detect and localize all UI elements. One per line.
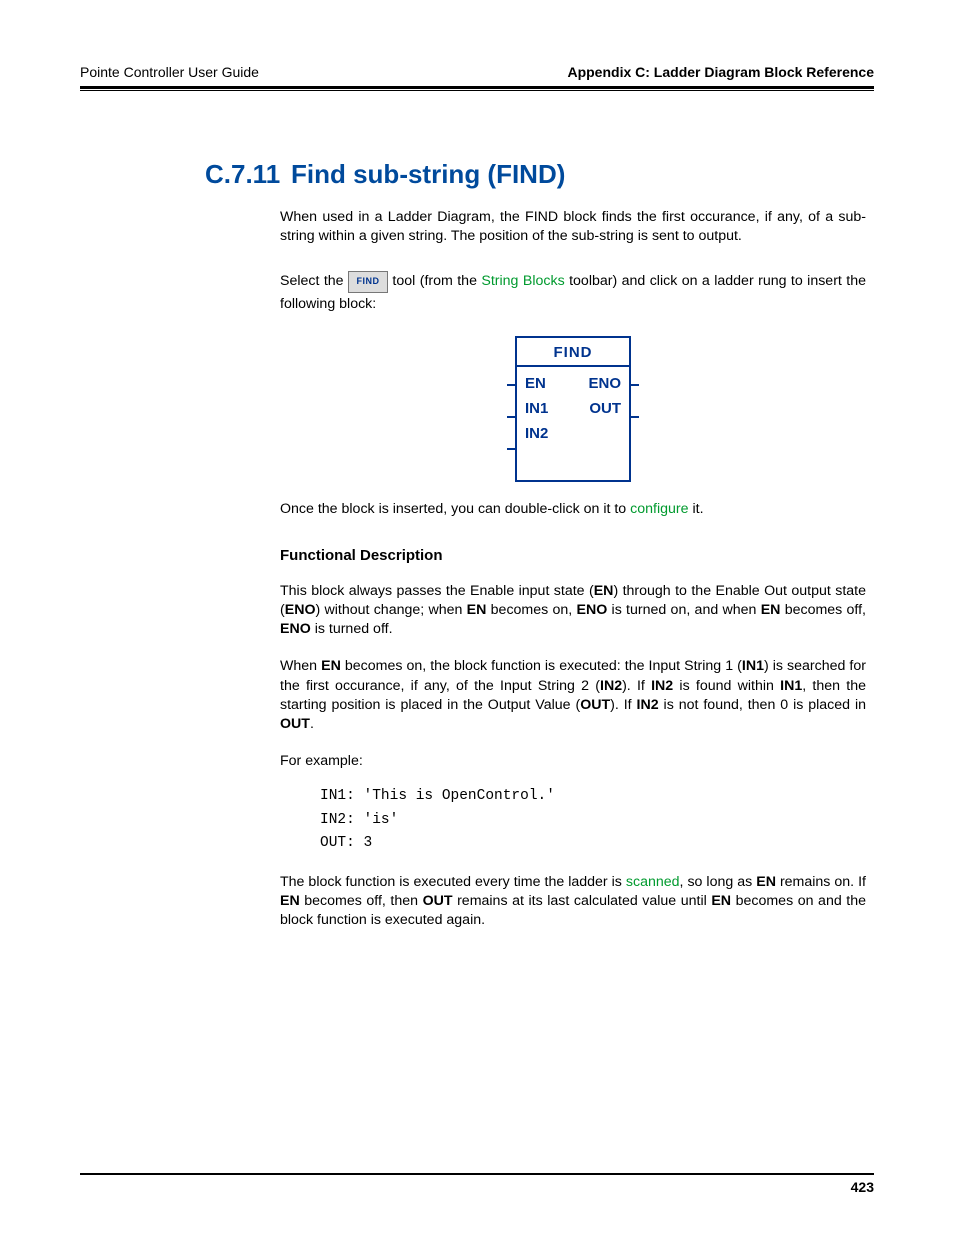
fp2g: ). If	[610, 697, 636, 713]
fp2i: .	[310, 716, 314, 732]
cle: remains at its last calculated value unt…	[453, 893, 712, 909]
section-heading: C.7.11 Find sub-string (FIND)	[205, 159, 874, 190]
scanned-link[interactable]: scanned	[626, 874, 680, 890]
fp2-in1b: IN1	[780, 678, 802, 694]
diagram-row-2: IN1 OUT	[517, 392, 629, 417]
stub-out-icon	[631, 416, 639, 418]
functional-description-heading: Functional Description	[280, 547, 866, 564]
header-right-text: Appendix C: Ladder Diagram Block Referen…	[567, 64, 874, 80]
example-label: For example:	[280, 752, 866, 771]
example-code: IN1: 'This is OpenControl.' IN2: 'is' OU…	[320, 785, 866, 855]
fp1a: This block always passes the Enable inpu…	[280, 583, 594, 599]
cld: becomes off, then	[300, 893, 423, 909]
fp2b: becomes on, the block function is execut…	[341, 658, 742, 674]
closing-paragraph: The block function is executed every tim…	[280, 873, 866, 931]
find-tool-button-icon: FIND	[348, 271, 388, 293]
stub-in1-icon	[507, 416, 515, 418]
fp1d: becomes on,	[486, 602, 576, 618]
find-tool-button-label: FIND	[357, 274, 380, 288]
fp1-eno: ENO	[285, 602, 316, 618]
diagram-eno: ENO	[588, 375, 621, 392]
stub-en-icon	[507, 384, 515, 386]
stub-in2-icon	[507, 448, 515, 450]
find-block-diagram: FIND EN ENO IN1 OUT IN2	[515, 336, 631, 482]
header-left-text: Pointe Controller User Guide	[80, 64, 259, 80]
page-container: Pointe Controller User Guide Appendix C:…	[0, 0, 954, 1235]
fp1g: is turned off.	[311, 621, 393, 637]
fp2-in2c: IN2	[637, 697, 659, 713]
header-rule	[80, 86, 874, 89]
fp1c: ) without change; when	[315, 602, 466, 618]
func-para-2: When EN becomes on, the block function i…	[280, 657, 866, 734]
fp1e: is turned on, and when	[607, 602, 760, 618]
fp1-en: EN	[594, 583, 614, 599]
diagram-row-3: IN2	[517, 417, 629, 452]
fp2-en: EN	[321, 658, 341, 674]
cl-en: EN	[756, 874, 776, 890]
configure-link[interactable]: configure	[630, 501, 688, 517]
cla: The block function is executed every tim…	[280, 874, 626, 890]
page-header: Pointe Controller User Guide Appendix C:…	[80, 64, 874, 80]
diagram-in1: IN1	[525, 400, 548, 417]
string-blocks-link[interactable]: String Blocks	[481, 273, 564, 289]
section-title: Find sub-string (FIND)	[291, 159, 565, 190]
fp1f: becomes off,	[780, 602, 866, 618]
page-footer: 423	[80, 1173, 874, 1195]
diagram-container: FIND EN ENO IN1 OUT IN2	[280, 336, 866, 482]
clc: remains on. If	[776, 874, 866, 890]
fp2-outb: OUT	[280, 716, 310, 732]
cl-en2: EN	[280, 893, 300, 909]
fp1-en3: EN	[761, 602, 781, 618]
fp1-eno2: ENO	[577, 602, 608, 618]
fp2e: is found within	[673, 678, 780, 694]
stub-eno-icon	[631, 384, 639, 386]
tool-paragraph: Select the FIND tool (from the String Bl…	[280, 270, 866, 315]
diagram-en: EN	[525, 375, 546, 392]
footer-rule	[80, 1173, 874, 1175]
after-diag-pre: Once the block is inserted, you can doub…	[280, 501, 630, 517]
after-diag-post: it.	[689, 501, 704, 517]
diagram-title: FIND	[517, 344, 629, 361]
fp1-en2: EN	[467, 602, 487, 618]
fp2a: When	[280, 658, 321, 674]
section-number: C.7.11	[205, 159, 283, 190]
diagram-row-1: EN ENO	[517, 367, 629, 392]
func-para-1: This block always passes the Enable inpu…	[280, 582, 866, 640]
cl-out: OUT	[423, 893, 453, 909]
diagram-in2: IN2	[525, 425, 548, 442]
fp2-out: OUT	[580, 697, 610, 713]
fp2-in1: IN1	[742, 658, 764, 674]
clb: , so long as	[680, 874, 757, 890]
fp1-eno3: ENO	[280, 621, 311, 637]
fp2-in2: IN2	[600, 678, 622, 694]
fp2-in2b: IN2	[651, 678, 673, 694]
fp2d: ). If	[622, 678, 651, 694]
fp2h: is not found, then 0 is placed in	[659, 697, 866, 713]
tool-pre-text: Select the	[280, 273, 348, 289]
cl-en3: EN	[711, 893, 731, 909]
intro-paragraph: When used in a Ladder Diagram, the FIND …	[280, 208, 866, 246]
after-diagram-paragraph: Once the block is inserted, you can doub…	[280, 500, 866, 519]
page-number: 423	[80, 1179, 874, 1195]
diagram-out: OUT	[589, 400, 621, 417]
tool-mid-text: tool (from the	[388, 273, 481, 289]
body-content: When used in a Ladder Diagram, the FIND …	[280, 208, 866, 930]
